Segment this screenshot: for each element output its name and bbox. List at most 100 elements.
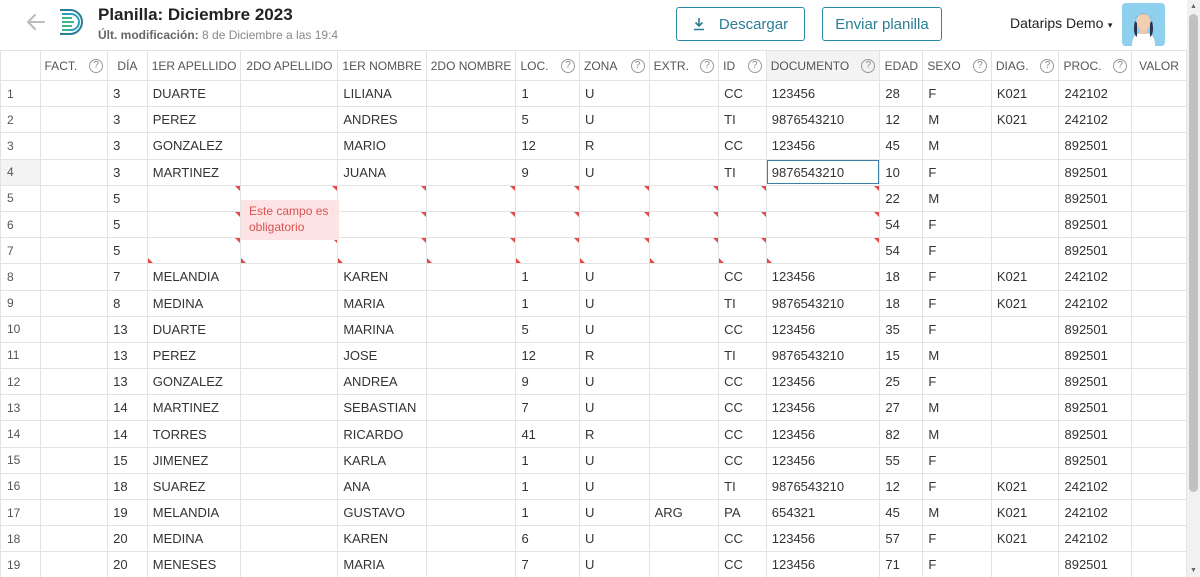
table-cell[interactable]: 1 [515,289,581,317]
table-cell[interactable]: 242102 [1058,263,1133,291]
table-cell[interactable]: 892501 [1058,237,1133,265]
table-cell[interactable] [648,289,720,317]
table-cell[interactable]: MARTINEZ [146,394,242,422]
column-header[interactable]: PROC.? [1058,50,1133,81]
table-cell[interactable] [39,106,109,134]
table-cell[interactable] [648,132,720,160]
table-cell[interactable]: U [579,158,650,186]
column-header[interactable]: ID? [718,50,767,81]
column-header[interactable]: 1ER NOMBRE [337,50,427,81]
table-cell[interactable]: 9876543210 [765,341,881,370]
table-cell[interactable] [515,237,581,265]
table-cell[interactable]: F [922,263,992,291]
table-cell[interactable]: TI [718,341,767,370]
table-cell[interactable] [425,132,517,160]
table-cell[interactable] [990,368,1060,396]
table-cell[interactable]: CC [718,394,767,422]
table-cell[interactable]: GONZALEZ [146,368,242,396]
table-cell[interactable]: 1 [515,472,581,501]
table-cell[interactable] [425,210,517,239]
table-cell[interactable]: 82 [879,420,924,448]
table-cell[interactable]: 45 [879,132,924,160]
table-cell[interactable]: 892501 [1058,158,1133,186]
table-cell[interactable] [39,79,109,108]
table-cell[interactable]: K021 [990,525,1060,553]
table-cell[interactable] [240,237,339,265]
table-cell[interactable]: CC [718,446,767,474]
table-cell[interactable]: M [922,498,992,527]
table-cell[interactable] [39,368,109,396]
table-cell[interactable]: PEREZ [146,341,242,370]
table-cell[interactable]: SEBASTIAN [337,394,427,422]
table-cell[interactable]: 123456 [765,263,881,291]
table-cell[interactable]: 123456 [765,446,881,474]
table-cell[interactable] [240,368,339,396]
table-cell[interactable]: 892501 [1058,341,1133,370]
table-cell[interactable]: RICARDO [337,420,427,448]
table-cell[interactable] [990,210,1060,239]
table-cell[interactable]: MENESES [146,551,242,577]
table-cell[interactable]: ARG [648,498,720,527]
column-header[interactable]: 2DO APELLIDO [240,50,339,81]
table-cell[interactable]: 1 [515,498,581,527]
table-cell[interactable] [337,184,427,212]
table-cell[interactable] [1131,158,1187,186]
table-cell[interactable] [648,158,720,186]
table-cell[interactable]: 7 [515,551,581,577]
table-cell[interactable] [240,472,339,501]
table-cell[interactable]: U [579,551,650,577]
table-cell[interactable]: F [922,158,992,186]
table-cell[interactable] [425,289,517,317]
help-icon[interactable]: ? [747,58,762,73]
table-cell[interactable] [1131,263,1187,291]
table-cell[interactable] [990,446,1060,474]
table-cell[interactable] [648,394,720,422]
table-cell[interactable]: F [922,525,992,553]
table-cell[interactable]: JOSE [337,341,427,370]
table-cell[interactable]: 242102 [1058,289,1133,317]
table-cell[interactable] [39,210,109,239]
table-cell[interactable]: 22 [879,184,924,212]
table-cell[interactable]: 14 [107,420,148,448]
table-cell[interactable]: 14 [107,394,148,422]
table-cell[interactable]: U [579,368,650,396]
table-cell[interactable] [240,525,339,553]
table-cell[interactable]: M [922,420,992,448]
table-cell[interactable]: ANA [337,472,427,501]
table-cell[interactable]: U [579,498,650,527]
table-cell[interactable] [1131,315,1187,343]
table-cell[interactable]: 242102 [1058,472,1133,501]
table-cell[interactable]: 242102 [1058,498,1133,527]
table-cell[interactable] [648,79,720,108]
table-cell[interactable]: 9876543210 [765,106,881,134]
table-cell[interactable]: F [922,210,992,239]
table-cell[interactable]: 13 [107,368,148,396]
column-header[interactable]: SEXO? [922,50,992,81]
table-cell[interactable]: U [579,106,650,134]
table-cell[interactable] [240,498,339,527]
table-cell[interactable] [425,237,517,265]
table-cell[interactable]: CC [718,525,767,553]
table-cell[interactable] [648,446,720,474]
table-cell[interactable] [648,341,720,370]
table-cell[interactable] [648,315,720,343]
table-cell[interactable]: 654321 [765,498,881,527]
table-cell[interactable] [425,472,517,501]
table-cell[interactable]: GUSTAVO [337,498,427,527]
table-cell[interactable]: 892501 [1058,394,1133,422]
scroll-down-icon[interactable]: ▼ [1187,564,1200,577]
table-cell[interactable] [1131,368,1187,396]
table-cell[interactable] [1131,106,1187,134]
table-cell[interactable]: 123456 [765,132,881,160]
table-cell[interactable]: CC [718,551,767,577]
table-cell[interactable]: U [579,394,650,422]
table-cell[interactable]: 1 [515,263,581,291]
table-cell[interactable] [990,132,1060,160]
table-cell[interactable]: M [922,106,992,134]
table-cell[interactable] [240,420,339,448]
table-cell[interactable]: 9 [515,158,581,186]
table-cell[interactable]: 3 [107,132,148,160]
table-cell[interactable] [1131,210,1187,239]
table-cell[interactable]: 12 [515,132,581,160]
table-cell[interactable] [515,184,581,212]
